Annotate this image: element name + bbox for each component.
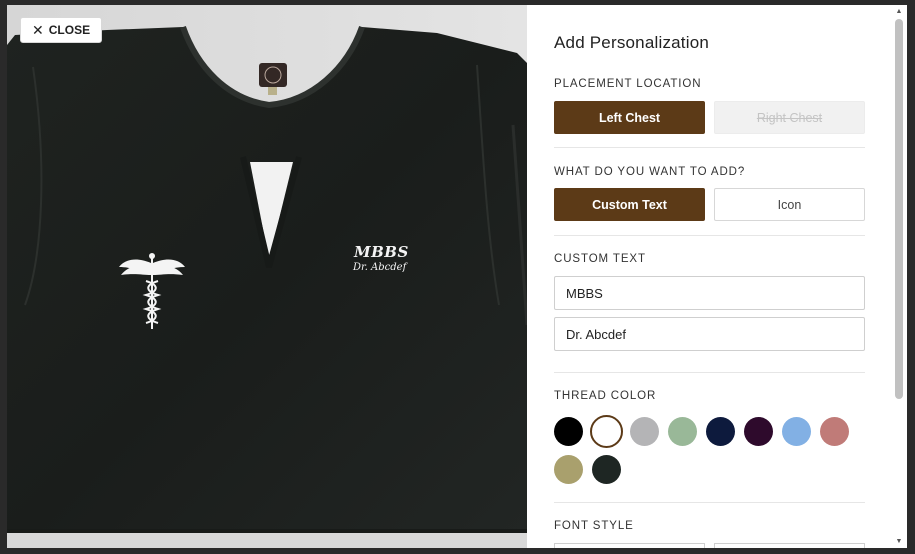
icon-button[interactable]: Icon <box>714 188 865 221</box>
product-preview: MBBS Dr. Abcdef ✕ CLOSE <box>7 5 527 548</box>
divider <box>554 235 865 236</box>
placement-label: PLACEMENT LOCATION <box>554 78 702 90</box>
custom-text-label: CUSTOM TEXT <box>554 253 646 265</box>
close-button[interactable]: ✕ CLOSE <box>20 17 103 43</box>
font-style-option[interactable] <box>714 543 865 548</box>
scrollbar-thumb[interactable] <box>895 19 903 399</box>
divider <box>554 372 865 373</box>
close-icon: ✕ <box>32 22 44 38</box>
personalization-panel: Add Personalization PLACEMENT LOCATION L… <box>554 5 865 548</box>
scroll-down-arrow[interactable]: ▼ <box>893 537 905 547</box>
personalization-modal: MBBS Dr. Abcdef ✕ CLOSE Add Personalizat… <box>7 5 907 548</box>
right-chest-button[interactable]: Right Chest <box>714 101 865 134</box>
thread-color-swatch[interactable] <box>554 417 583 446</box>
add-type-label: WHAT DO YOU WANT TO ADD? <box>554 166 746 178</box>
divider <box>554 502 865 503</box>
panel-title: Add Personalization <box>554 33 710 52</box>
custom-text-line1-input[interactable] <box>554 276 865 310</box>
thread-color-swatch[interactable] <box>706 417 735 446</box>
thread-color-swatch[interactable] <box>630 417 659 446</box>
thread-color-swatch[interactable] <box>590 415 623 448</box>
preview-embroidery-line2: Dr. Abcdef <box>353 262 407 273</box>
scroll-up-arrow[interactable]: ▲ <box>893 7 905 17</box>
close-label: CLOSE <box>48 23 91 37</box>
font-style-label: FONT STYLE <box>554 520 634 532</box>
thread-color-swatch[interactable] <box>744 417 773 446</box>
scrub-top-image <box>7 5 527 548</box>
thread-color-label: THREAD COLOR <box>554 390 657 402</box>
custom-text-line2-input[interactable] <box>554 317 865 351</box>
font-style-option[interactable] <box>554 543 705 548</box>
thread-color-swatch[interactable] <box>554 455 583 484</box>
divider <box>554 147 865 148</box>
thread-color-swatch[interactable] <box>592 455 621 484</box>
left-chest-button[interactable]: Left Chest <box>554 101 705 134</box>
thread-color-swatch[interactable] <box>782 417 811 446</box>
preview-embroidery-line1: MBBS <box>354 243 409 261</box>
custom-text-button[interactable]: Custom Text <box>554 188 705 221</box>
thread-color-swatch[interactable] <box>820 417 849 446</box>
thread-color-swatch[interactable] <box>668 417 697 446</box>
